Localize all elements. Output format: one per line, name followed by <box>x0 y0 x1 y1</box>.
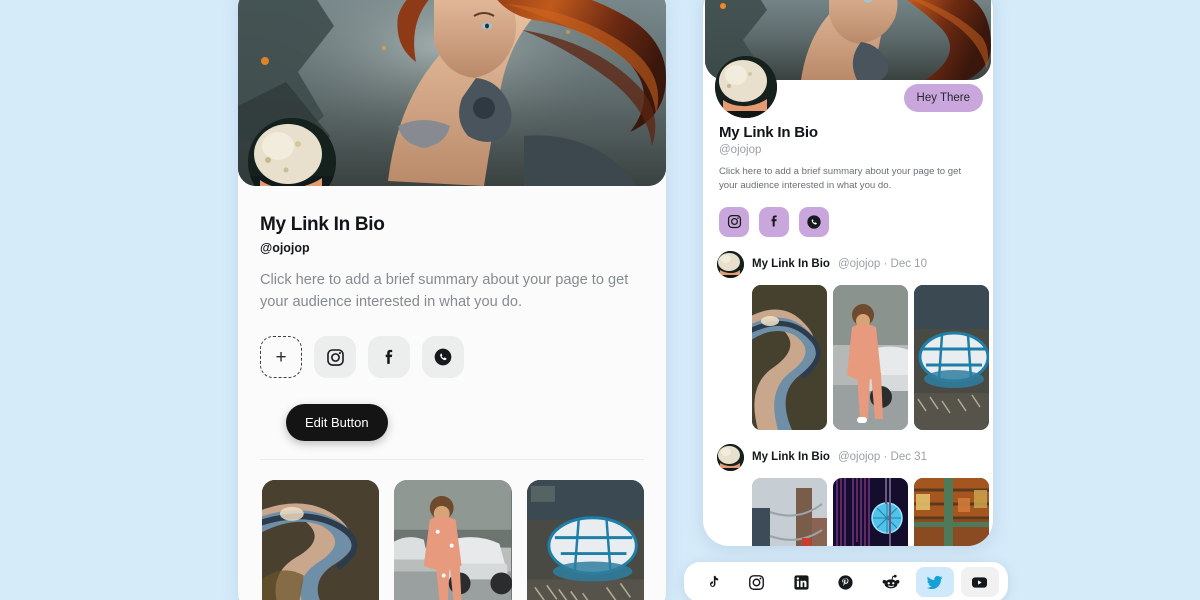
phone-icon <box>433 347 453 367</box>
post-image[interactable] <box>833 478 908 546</box>
dock-item-instagram[interactable] <box>738 567 776 597</box>
mobile-preview-card: Hey There My Link In Bio @ojojop Click h… <box>703 0 993 546</box>
post-images <box>752 478 993 546</box>
page-summary[interactable]: Click here to add a brief summary about … <box>260 269 644 313</box>
post-author: My Link In Bio <box>752 451 830 463</box>
twitter-icon <box>926 573 944 591</box>
winding-road-photo <box>262 480 379 600</box>
post-image[interactable] <box>914 285 989 430</box>
social-platform-dock <box>684 562 1008 600</box>
instagram-icon <box>727 214 742 229</box>
gallery-grid <box>238 460 666 600</box>
page-handle: @ojojop <box>260 241 644 255</box>
social-button-facebook[interactable] <box>368 336 410 378</box>
post-images <box>752 285 993 430</box>
youtube-icon <box>970 573 989 592</box>
post-image[interactable] <box>914 478 989 546</box>
plus-icon: + <box>275 348 286 367</box>
phone-page-title: My Link In Bio <box>719 124 977 141</box>
post-item[interactable]: My Link In Bio @ojojop · Dec 31 <box>703 430 993 546</box>
phone-icon <box>806 214 822 230</box>
phone-social-button-whatsapp[interactable] <box>799 207 829 237</box>
instagram-icon <box>748 574 765 591</box>
page-title: My Link In Bio <box>260 214 644 236</box>
facebook-icon <box>380 348 399 367</box>
facebook-icon <box>767 214 782 229</box>
phone-social-button-facebook[interactable] <box>759 207 789 237</box>
edit-button[interactable]: Edit Button <box>286 404 388 441</box>
disco-balls-photo <box>833 478 908 546</box>
add-social-button[interactable]: + <box>260 336 302 378</box>
dock-item-pinterest[interactable] <box>827 567 865 597</box>
phone-social-button-instagram[interactable] <box>719 207 749 237</box>
link-in-bio-preview-card: My Link In Bio @ojojop Click here to add… <box>238 0 666 600</box>
dock-item-reddit[interactable] <box>872 567 910 597</box>
avatar-image <box>717 444 744 471</box>
aerial-stadium-photo <box>527 480 644 600</box>
gallery-thumbnail[interactable] <box>262 480 379 600</box>
post-author: My Link In Bio <box>752 258 830 270</box>
post-item[interactable]: My Link In Bio @ojojop · Dec 10 <box>703 237 993 430</box>
social-button-instagram[interactable] <box>314 336 356 378</box>
dock-item-tiktok[interactable] <box>693 567 731 597</box>
social-button-whatsapp[interactable] <box>422 336 464 378</box>
post-meta: @ojojop · Dec 10 <box>838 258 927 270</box>
dock-item-twitter[interactable] <box>916 567 954 597</box>
post-header: My Link In Bio @ojojop · Dec 10 <box>717 251 993 278</box>
bio-section: My Link In Bio @ojojop Click here to add… <box>238 186 666 460</box>
avatar-image <box>715 56 777 118</box>
avatar-image <box>717 251 744 278</box>
winding-road-photo <box>752 285 827 430</box>
dock-item-linkedin[interactable] <box>782 567 820 597</box>
post-header: My Link In Bio @ojojop · Dec 31 <box>717 444 993 471</box>
gallery-thumbnail[interactable] <box>394 480 511 600</box>
hero-banner[interactable] <box>238 0 666 186</box>
woman-by-car-photo <box>833 285 908 430</box>
market-interior-photo <box>914 478 989 546</box>
phone-page-summary: Click here to add a brief summary about … <box>719 165 977 194</box>
linkedin-icon <box>793 574 810 591</box>
post-image[interactable] <box>833 285 908 430</box>
social-links-row: + <box>260 336 644 378</box>
aerial-stadium-photo <box>914 285 989 430</box>
post-image[interactable] <box>752 285 827 430</box>
dock-item-youtube[interactable] <box>961 567 999 597</box>
post-avatar <box>717 251 744 278</box>
phone-social-links-row <box>719 207 977 237</box>
post-avatar <box>717 444 744 471</box>
phone-avatar[interactable] <box>715 56 777 118</box>
woman-by-car-photo <box>394 480 511 600</box>
instagram-icon <box>326 348 345 367</box>
pinterest-icon <box>837 574 854 591</box>
reddit-icon <box>882 573 900 591</box>
gallery-thumbnail[interactable] <box>527 480 644 600</box>
phone-page-handle: @ojojop <box>719 144 977 156</box>
post-image[interactable] <box>752 478 827 546</box>
tiktok-icon <box>704 574 721 591</box>
post-meta: @ojojop · Dec 31 <box>838 451 927 463</box>
greeting-pill[interactable]: Hey There <box>904 84 983 112</box>
city-street-lights-photo <box>752 478 827 546</box>
